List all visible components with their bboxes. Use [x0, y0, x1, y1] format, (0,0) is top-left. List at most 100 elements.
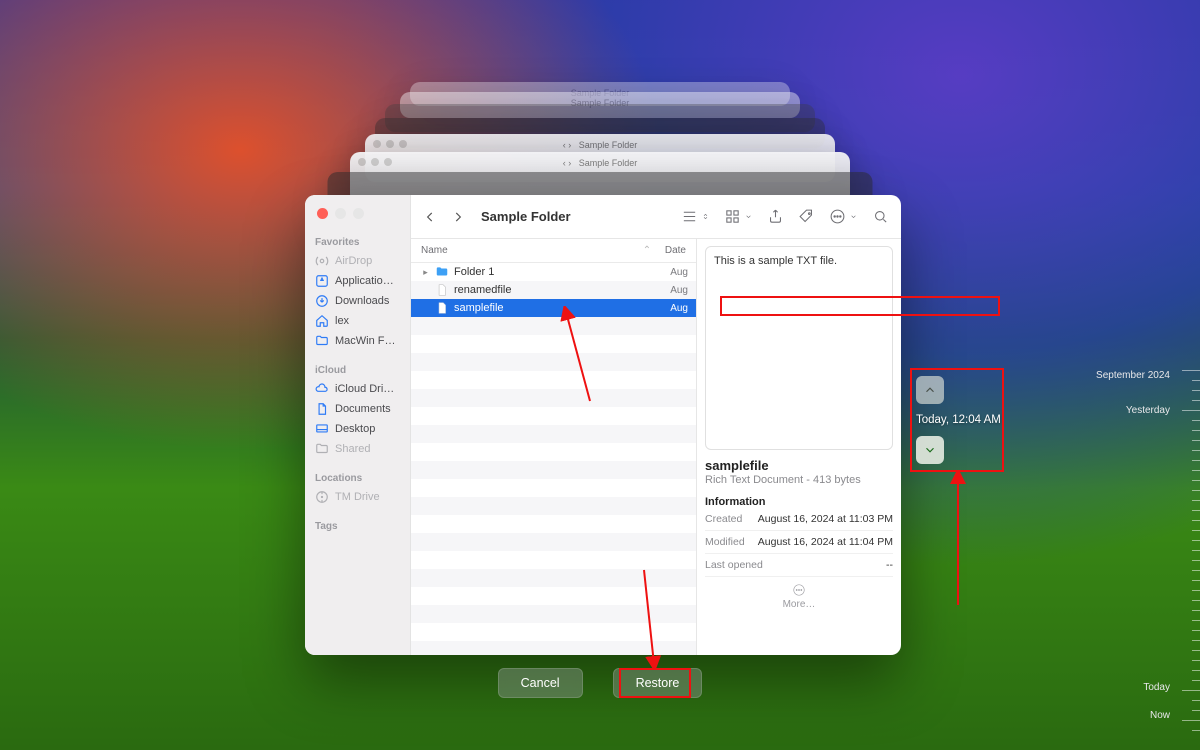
file-name: renamedfile [454, 284, 665, 296]
file-name: Folder 1 [454, 266, 665, 278]
tag-icon [798, 208, 815, 225]
info-row-modified: Modified August 16, 2024 at 11:04 PM [705, 531, 893, 554]
timeline-label: September 2024 [1096, 370, 1170, 381]
sidebar-item-label: lex [335, 315, 349, 327]
doc-icon [315, 402, 329, 416]
column-date[interactable]: Date [658, 245, 686, 256]
preview-filetype: Rich Text Document - 413 bytes [705, 474, 893, 486]
sidebar-item-documents[interactable]: Documents [305, 399, 410, 419]
restore-button[interactable]: Restore [613, 668, 703, 698]
folder-icon [315, 334, 329, 348]
close-button[interactable] [317, 208, 328, 219]
download-icon [315, 294, 329, 308]
list-icon [681, 208, 698, 225]
more-button[interactable]: More… [705, 583, 893, 610]
forward-button[interactable] [451, 210, 465, 224]
file-date: Aug [670, 267, 688, 278]
file-icon [435, 301, 449, 315]
search-icon [872, 208, 889, 225]
chevron-down-icon [744, 212, 753, 221]
chevron-up-icon [923, 383, 937, 397]
sidebar-item-icloud-drive[interactable]: iCloud Dri… [305, 379, 410, 399]
sidebar-item-label: Applicatio… [335, 275, 394, 287]
sidebar-header-icloud: iCloud [305, 361, 410, 379]
sidebar-item-tm-drive[interactable]: TM Drive [305, 487, 410, 507]
sidebar-item-applications[interactable]: Applicatio… [305, 271, 410, 291]
sidebar-item-label: AirDrop [335, 255, 372, 267]
desktop-icon [315, 422, 329, 436]
sidebar-item-shared[interactable]: Shared [305, 439, 410, 459]
share-button[interactable] [767, 208, 784, 225]
preview-content: This is a sample TXT file. [705, 246, 893, 450]
minimize-button[interactable] [335, 208, 346, 219]
window-controls [317, 208, 364, 219]
sidebar-header-favorites: Favorites [305, 233, 410, 251]
sidebar-item-macwin[interactable]: MacWin F… [305, 331, 410, 351]
preview-filename: samplefile [705, 458, 893, 473]
snapshot-time-label: Today, 12:04 AM [916, 414, 1001, 426]
annotation-arrow [640, 566, 670, 670]
zoom-button[interactable] [353, 208, 364, 219]
file-row-renamedfile[interactable]: renamedfile Aug [411, 281, 696, 299]
sidebar-item-label: Downloads [335, 295, 389, 307]
ellipsis-circle-icon [829, 208, 846, 225]
sidebar-item-label: Documents [335, 403, 391, 415]
sidebar-item-home[interactable]: lex [305, 311, 410, 331]
ellipsis-circle-icon [792, 583, 806, 597]
column-name[interactable]: Name [421, 245, 642, 256]
sidebar-item-label: Shared [335, 443, 370, 455]
action-menu-button[interactable] [829, 208, 858, 225]
sidebar-item-label: Desktop [335, 423, 375, 435]
tags-button[interactable] [798, 208, 815, 225]
grid-icon [724, 208, 741, 225]
snapshot-next-button[interactable] [916, 436, 944, 464]
sidebar-item-label: MacWin F… [335, 335, 396, 347]
window-title: Sample Folder [481, 209, 571, 224]
sidebar-item-desktop[interactable]: Desktop [305, 419, 410, 439]
preview-pane: This is a sample TXT file. samplefile Ri… [697, 239, 901, 655]
drive-icon [315, 490, 329, 504]
snapshot-prev-button[interactable] [916, 376, 944, 404]
sidebar-item-label: TM Drive [335, 491, 380, 503]
view-grid-button[interactable] [724, 208, 753, 225]
chevron-down-icon [923, 443, 937, 457]
annotation-arrow [948, 470, 968, 610]
sidebar-item-label: iCloud Dri… [335, 383, 394, 395]
sort-caret-icon: ⌃ [642, 245, 652, 256]
annotation-arrow [560, 306, 600, 406]
timeline-label: Yesterday [1126, 405, 1170, 416]
folder-icon [435, 265, 449, 279]
finder-window: Favorites AirDrop Applicatio… Downloads … [305, 195, 901, 655]
sidebar-item-downloads[interactable]: Downloads [305, 291, 410, 311]
search-button[interactable] [872, 208, 889, 225]
sidebar-header-locations: Locations [305, 469, 410, 487]
home-icon [315, 314, 329, 328]
apps-icon [315, 274, 329, 288]
file-icon [435, 283, 449, 297]
timeline-label: Today [1143, 682, 1170, 693]
file-date: Aug [670, 303, 688, 314]
sidebar-item-airdrop[interactable]: AirDrop [305, 251, 410, 271]
timeline-label: Now [1150, 710, 1170, 721]
share-icon [767, 208, 784, 225]
view-list-button[interactable] [681, 208, 710, 225]
disclosure-triangle-icon[interactable]: ▸ [421, 267, 430, 278]
file-date: Aug [670, 285, 688, 296]
cloud-icon [315, 382, 329, 396]
shared-icon [315, 442, 329, 456]
snapshot-navigator: Today, 12:04 AM [916, 376, 996, 464]
footer-buttons: Cancel Restore [0, 668, 1200, 698]
info-row-lastopened: Last opened -- [705, 554, 893, 577]
back-button[interactable] [423, 210, 437, 224]
sidebar: Favorites AirDrop Applicatio… Downloads … [305, 195, 411, 655]
cancel-button[interactable]: Cancel [498, 668, 583, 698]
airdrop-icon [315, 254, 329, 268]
file-row-folder1[interactable]: ▸ Folder 1 Aug [411, 263, 696, 281]
toolbar: Sample Folder [411, 195, 901, 239]
timeline-ruler[interactable]: September 2024 Yesterday Today Now [1080, 370, 1200, 740]
file-row-samplefile[interactable]: samplefile Aug [411, 299, 696, 317]
chevron-down-icon [849, 212, 858, 221]
info-row-created: Created August 16, 2024 at 11:03 PM [705, 508, 893, 531]
list-header[interactable]: Name ⌃ Date [411, 239, 696, 263]
chevron-updown-icon [701, 212, 710, 221]
